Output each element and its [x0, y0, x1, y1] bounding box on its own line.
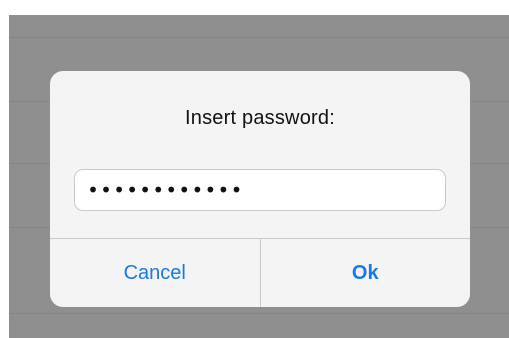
password-field[interactable] — [74, 169, 446, 211]
dialog-button-bar: Cancel Ok — [50, 238, 470, 307]
dialog-title: Insert password: — [185, 107, 335, 129]
password-alert-dialog: Insert password: Cancel Ok — [50, 71, 470, 307]
cancel-button[interactable]: Cancel — [50, 239, 260, 307]
list-separator — [9, 313, 509, 314]
dimmed-background: Insert password: Cancel Ok — [9, 15, 509, 338]
list-separator — [9, 37, 509, 38]
ok-button[interactable]: Ok — [261, 239, 471, 307]
